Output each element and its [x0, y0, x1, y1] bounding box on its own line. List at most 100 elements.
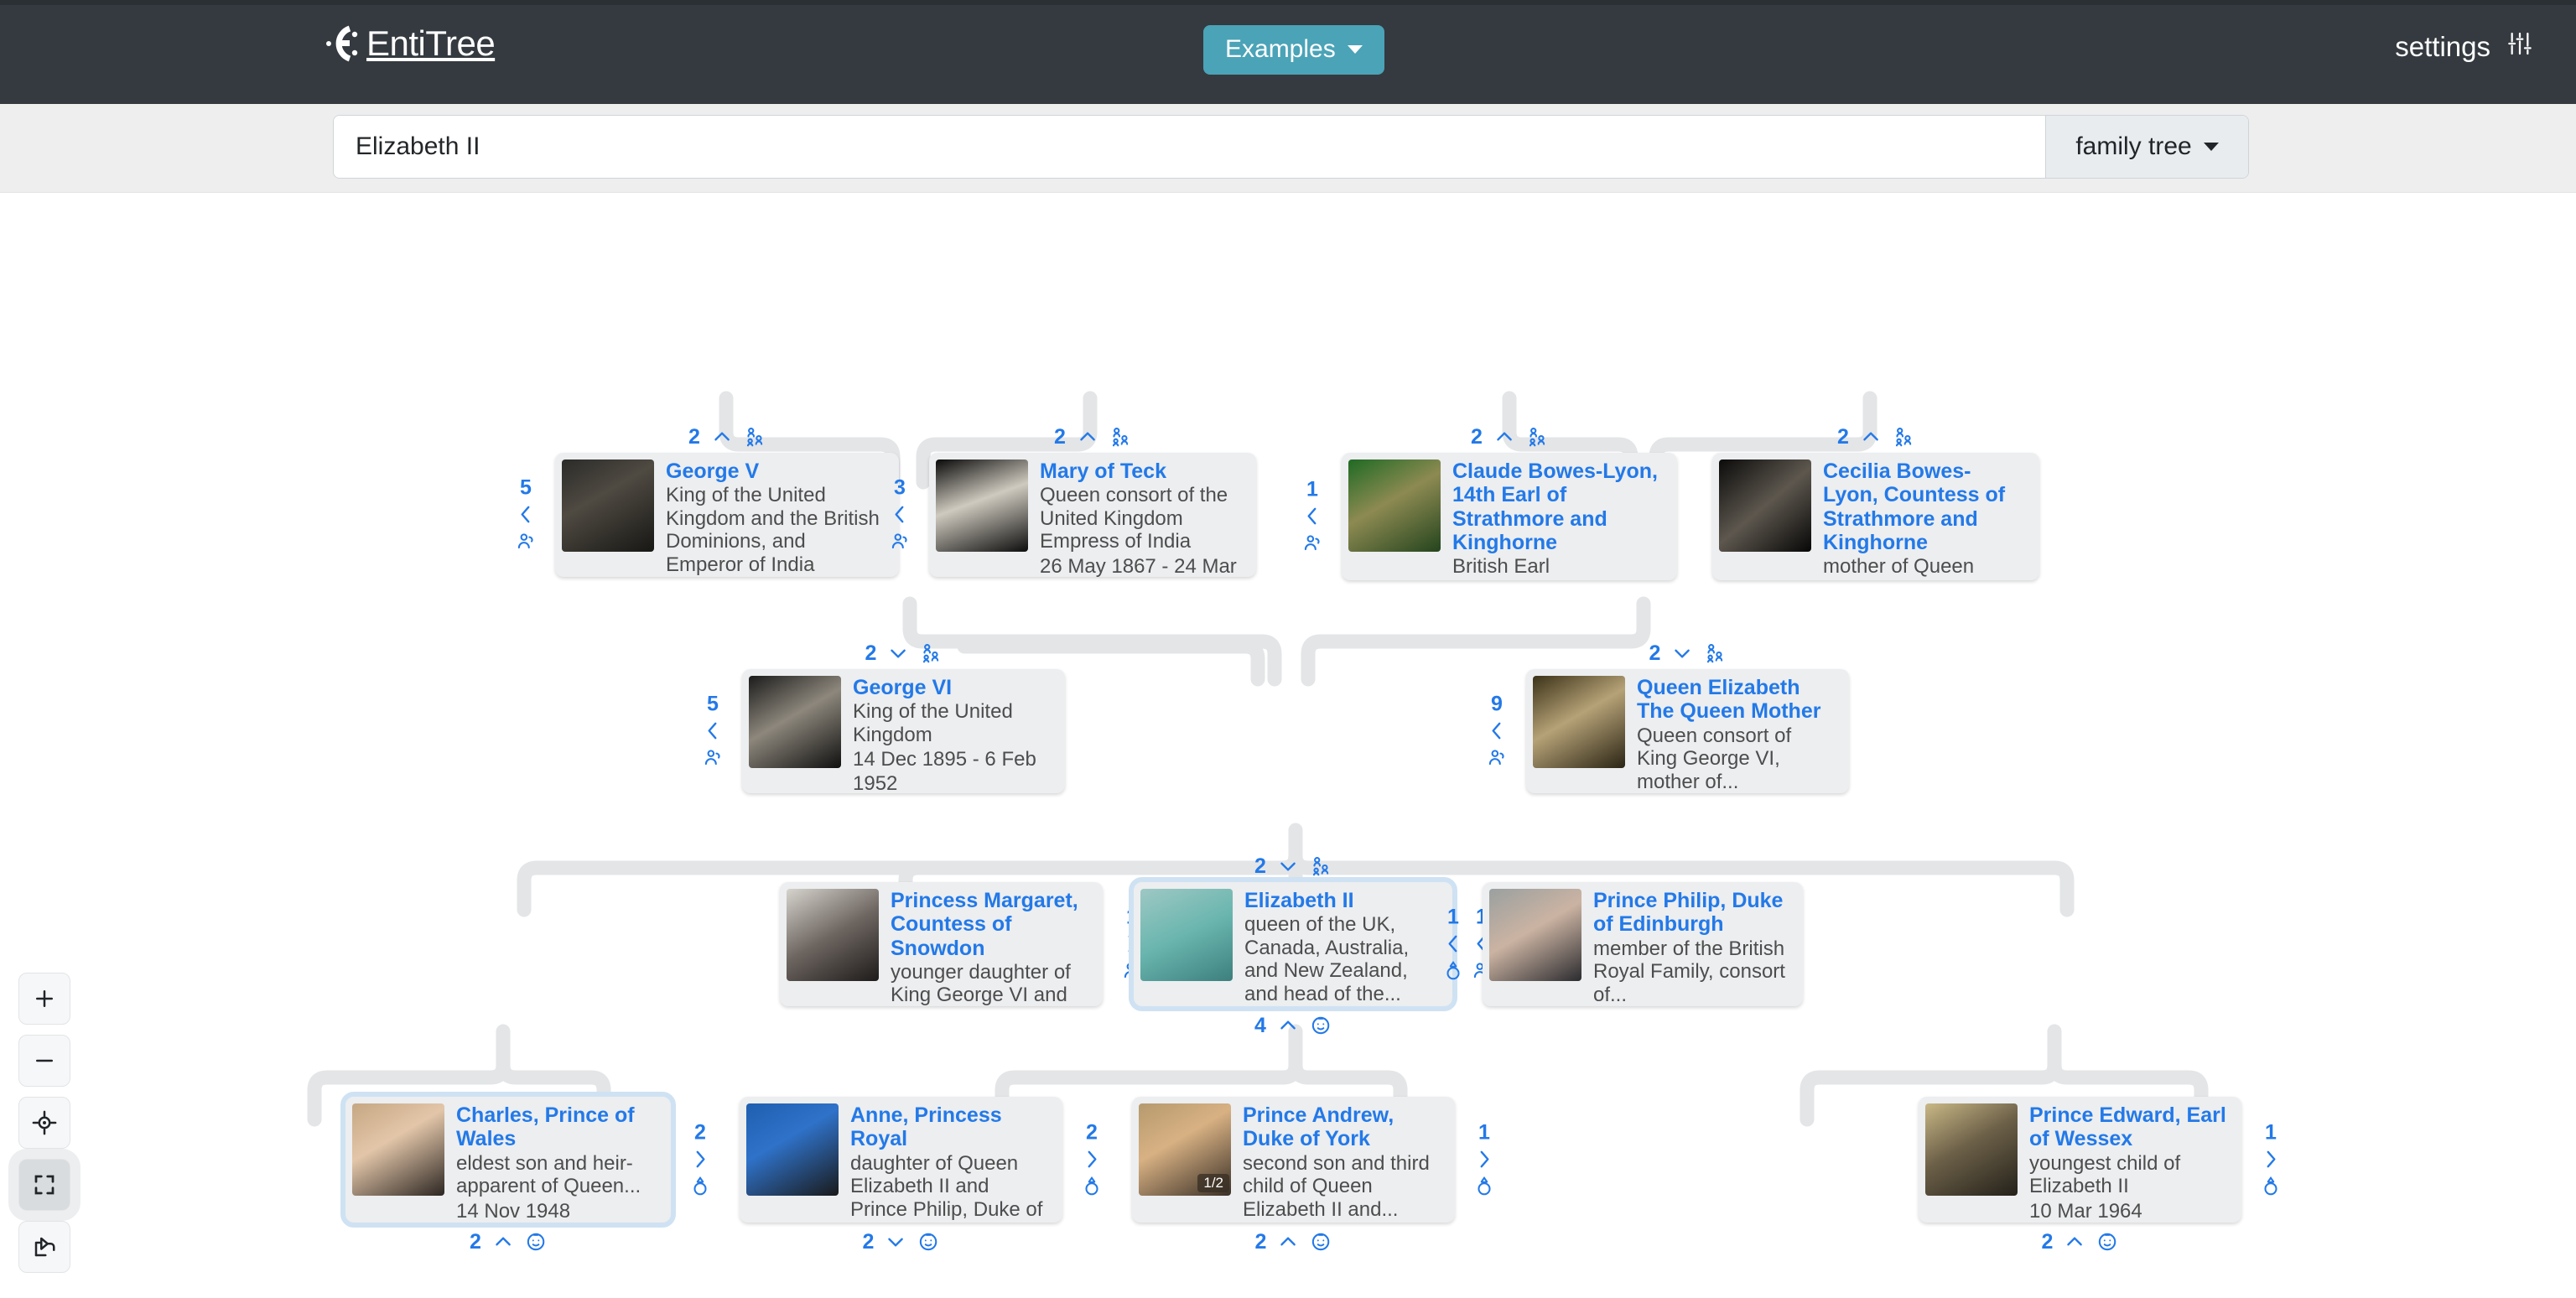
parents-icon[interactable] — [1893, 426, 1914, 448]
left-relations-toggle-prince-philip[interactable]: 1 — [1442, 906, 1464, 982]
person-name-link[interactable]: Princess Margaret, Countess of Snowdon — [891, 889, 1088, 960]
chevron-up-icon[interactable] — [2064, 1231, 2085, 1253]
person-card[interactable]: Prince Philip, Duke of Edinburgh member o… — [1483, 882, 1803, 1006]
person-card[interactable]: Princess Margaret, Countess of Snowdon yo… — [780, 882, 1103, 1006]
chevron-up-icon[interactable] — [1493, 426, 1515, 448]
parents-toggle-cecilia-bowes-lyon[interactable]: 2 — [1837, 426, 1914, 448]
george-v-photo[interactable] — [562, 459, 654, 552]
siblings-icon[interactable] — [1301, 532, 1323, 554]
children-toggle-elizabeth-ii[interactable]: 4 — [1254, 1015, 1332, 1036]
right-relations-toggle-edward[interactable]: 1 — [2260, 1122, 2282, 1197]
children-toggle-anne[interactable]: 2 — [863, 1231, 940, 1253]
person-card[interactable]: Mary of Teck Queen consort of the United … — [929, 453, 1256, 577]
left-relations-toggle-george-vi[interactable]: 5 — [702, 693, 724, 769]
fit-screen-button[interactable] — [8, 1149, 80, 1221]
parents-icon[interactable] — [920, 642, 942, 664]
right-relations-toggle-charles[interactable]: 2 — [689, 1122, 711, 1197]
left-relations-toggle-mary-of-teck[interactable]: 3 — [889, 477, 911, 553]
person-name-link[interactable]: Mary of Teck — [1040, 459, 1241, 483]
person-card[interactable]: Claude Bowes-Lyon, 14th Earl of Strathmo… — [1342, 453, 1677, 580]
chevron-left-icon[interactable] — [889, 504, 911, 526]
children-toggle-charles[interactable]: 2 — [470, 1231, 547, 1253]
left-relations-toggle-claude-bowes-lyon[interactable]: 1 — [1301, 479, 1323, 554]
parents-toggle-george-v[interactable]: 2 — [688, 426, 766, 448]
person-node-prince-philip[interactable]: Prince Philip, Duke of Edinburgh member o… — [1446, 882, 1803, 1006]
parents-toggle-queen-mother[interactable]: 2 — [1649, 642, 1727, 664]
person-card[interactable]: Elizabeth II queen of the UK, Canada, Aus… — [1129, 877, 1457, 1011]
chevron-left-icon[interactable] — [1442, 933, 1464, 955]
share-button[interactable] — [18, 1221, 70, 1273]
chevron-up-icon[interactable] — [1860, 426, 1882, 448]
mary-of-teck-photo[interactable] — [936, 459, 1028, 552]
baby-face-icon[interactable] — [2096, 1231, 2118, 1253]
person-node-elizabeth-ii[interactable]: 2 Elizabeth II queen of the UK, Canada, Au… — [1129, 855, 1489, 1036]
parents-icon[interactable] — [1310, 855, 1332, 877]
chevron-down-icon[interactable] — [887, 642, 909, 664]
chevron-up-icon[interactable] — [1277, 1015, 1299, 1036]
person-name-link[interactable]: Charles, Prince of Wales — [456, 1103, 656, 1151]
family-tree-canvas[interactable]: 2 George V King of the United Kingdom and … — [0, 193, 2576, 1298]
right-relations-toggle-anne[interactable]: 2 — [1081, 1122, 1103, 1197]
person-name-link[interactable]: Prince Andrew, Duke of York — [1243, 1103, 1440, 1151]
ring-icon[interactable] — [2260, 1176, 2282, 1197]
chevron-down-icon[interactable] — [885, 1231, 906, 1253]
parents-icon[interactable] — [744, 426, 766, 448]
person-card[interactable]: 1/2 Prince Andrew, Duke of York second son… — [1132, 1097, 1455, 1223]
person-name-link[interactable]: Queen Elizabeth The Queen Mother — [1637, 676, 1834, 724]
brand-logo-link[interactable]: EntiTree — [325, 23, 496, 64]
children-toggle-edward[interactable]: 2 — [2042, 1231, 2119, 1253]
baby-face-icon[interactable] — [525, 1231, 547, 1253]
person-card[interactable]: George V King of the United Kingdom and t… — [555, 453, 899, 577]
person-name-link[interactable]: George V — [666, 459, 884, 483]
parents-icon[interactable] — [1526, 426, 1548, 448]
zoom-out-button[interactable] — [18, 1035, 70, 1087]
chevron-left-icon[interactable] — [702, 720, 724, 742]
person-node-claude-bowes-lyon[interactable]: 2 Claude Bowes-Lyon, 14th Earl of Strathm… — [1304, 426, 1677, 580]
person-name-link[interactable]: Claude Bowes-Lyon, 14th Earl of Strathmo… — [1452, 459, 1662, 554]
children-toggle-andrew[interactable]: 2 — [1255, 1231, 1332, 1253]
baby-face-icon[interactable] — [1310, 1231, 1332, 1253]
baby-face-icon[interactable] — [1310, 1015, 1332, 1036]
person-card[interactable]: Prince Edward, Earl of Wessex youngest ch… — [1919, 1097, 2241, 1223]
person-node-charles[interactable]: Charles, Prince of Wales eldest son and h… — [340, 1092, 707, 1252]
parents-toggle-mary-of-teck[interactable]: 2 — [1054, 426, 1131, 448]
person-node-mary-of-teck[interactable]: 2 Mary of Teck Queen consort of the United… — [891, 426, 1256, 577]
chevron-down-icon[interactable] — [1277, 855, 1299, 877]
person-name-link[interactable]: Elizabeth II — [1244, 889, 1437, 912]
person-card[interactable]: Queen Elizabeth The Queen Mother Queen co… — [1526, 669, 1849, 793]
chevron-left-icon[interactable] — [1301, 506, 1323, 527]
examples-dropdown-button[interactable]: Examples — [1203, 25, 1384, 75]
left-relations-toggle-george-v[interactable]: 5 — [515, 477, 537, 553]
person-node-edward[interactable]: Prince Edward, Earl of Wessex youngest ch… — [1919, 1097, 2277, 1252]
person-card[interactable]: George VI King of the United Kingdom 14 De… — [742, 669, 1065, 793]
person-name-link[interactable]: George VI — [853, 676, 1050, 699]
anne-photo[interactable] — [746, 1103, 839, 1196]
person-node-princess-margaret[interactable]: Princess Margaret, Countess of Snowdon yo… — [780, 882, 1140, 1006]
settings-button[interactable]: settings — [2395, 30, 2534, 64]
siblings-icon[interactable] — [889, 531, 911, 553]
edward-photo[interactable] — [1925, 1103, 2018, 1196]
chevron-right-icon[interactable] — [689, 1149, 711, 1171]
chevron-up-icon[interactable] — [1077, 426, 1098, 448]
elizabeth-ii-photo[interactable] — [1140, 889, 1233, 981]
person-card[interactable]: Cecilia Bowes-Lyon, Countess of Strathmo… — [1712, 453, 2039, 580]
person-card[interactable]: Charles, Prince of Wales eldest son and h… — [340, 1092, 676, 1228]
siblings-icon[interactable] — [515, 531, 537, 553]
chevron-right-icon[interactable] — [2260, 1149, 2282, 1171]
princess-margaret-photo[interactable] — [787, 889, 879, 981]
ring-icon[interactable] — [1442, 960, 1464, 982]
chevron-right-icon[interactable] — [1473, 1149, 1495, 1171]
ring-icon[interactable] — [1081, 1176, 1103, 1197]
george-vi-photo[interactable] — [749, 676, 841, 768]
recenter-button[interactable] — [18, 1097, 70, 1149]
chevron-up-icon[interactable] — [711, 426, 733, 448]
charles-photo[interactable] — [352, 1103, 444, 1196]
chevron-down-icon[interactable] — [1671, 642, 1693, 664]
chevron-left-icon[interactable] — [1486, 720, 1508, 742]
parents-icon[interactable] — [1109, 426, 1131, 448]
person-node-george-vi[interactable]: 2 George VI King of the United Kingdom 14 D… — [704, 642, 1065, 793]
ring-icon[interactable] — [689, 1176, 711, 1197]
chevron-up-icon[interactable] — [1277, 1231, 1299, 1253]
siblings-icon[interactable] — [702, 747, 724, 769]
search-input[interactable] — [334, 116, 2045, 178]
